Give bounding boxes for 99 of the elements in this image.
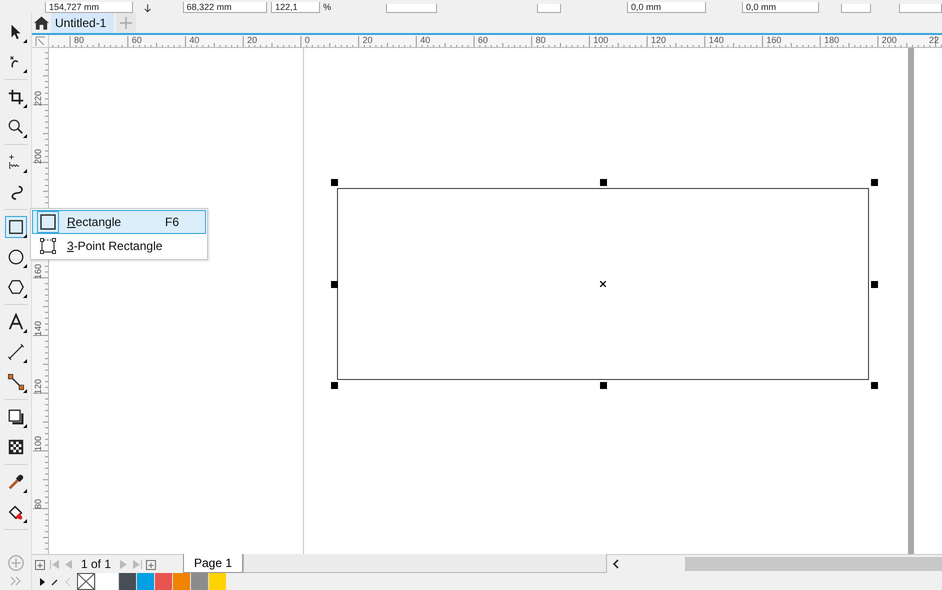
eyedropper-icon [6, 473, 24, 491]
flyout-triangle-icon [22, 234, 26, 238]
add-page-icon[interactable] [146, 558, 158, 570]
ruler-label: 60 [132, 35, 142, 45]
hexagon-icon [6, 278, 24, 296]
ruler-label: 0 [304, 35, 310, 45]
flyout-triangle-icon [22, 134, 26, 138]
eyedropper-icon[interactable] [51, 578, 59, 586]
last-page-icon[interactable] [132, 558, 144, 570]
flyout-triangle-icon [22, 424, 26, 428]
next-page-icon[interactable] [118, 558, 130, 570]
magnifier-icon [6, 118, 24, 136]
property-button[interactable] [840, 4, 871, 13]
ruler-label: 80 [536, 35, 546, 45]
ruler-label: 40 [420, 35, 430, 45]
ruler-label: 200 [882, 35, 897, 45]
flyout-triangle-icon [22, 489, 26, 493]
anchor-icon [143, 3, 153, 13]
add-page-icon[interactable] [35, 558, 46, 570]
rectangle-icon [6, 218, 24, 236]
connector-icon [6, 373, 24, 391]
text-tool-icon [6, 313, 24, 331]
ruler-label: 80 [33, 498, 43, 508]
ruler-origin-icon[interactable] [34, 36, 46, 46]
triangle-right-icon[interactable] [40, 578, 45, 586]
tool-button[interactable] [4, 216, 26, 238]
ruler-label: 40 [189, 35, 200, 45]
property-field[interactable]: 154,727 mm [45, 2, 134, 13]
no-color-swatch-icon[interactable] [77, 573, 95, 590]
three-point-rectangle-icon [40, 238, 56, 254]
flyout-triangle-icon [22, 169, 26, 173]
ruler-label: 80 [74, 35, 84, 45]
selection-handle[interactable] [871, 382, 878, 389]
rectangle-icon [40, 214, 56, 230]
ruler-label: 180 [824, 35, 840, 45]
previous-page-icon[interactable] [63, 558, 74, 570]
flyout-triangle-icon [22, 519, 26, 523]
document-tab[interactable]: Untitled-1 [51, 13, 114, 33]
color-swatch[interactable] [172, 573, 190, 590]
ruler-label: 120 [33, 378, 43, 394]
color-swatch[interactable] [190, 573, 208, 590]
selection-handle[interactable] [600, 179, 607, 186]
unit-label: % [323, 2, 332, 13]
ruler-label: 160 [33, 263, 43, 278]
color-swatch[interactable] [136, 573, 154, 590]
page-counter: 1 of 1 [81, 557, 112, 571]
property-field[interactable]: 0,0 mm [627, 2, 706, 13]
flyout-triangle-icon [22, 69, 26, 73]
property-button[interactable] [898, 4, 942, 13]
ruler-label: 100 [33, 436, 43, 451]
crop-icon [6, 88, 24, 106]
ruler-label: 140 [708, 35, 724, 45]
ellipse-icon [6, 248, 24, 266]
flyout-triangle-icon [22, 389, 26, 393]
ruler-label: 120 [651, 35, 666, 45]
double-chevron-icon[interactable] [10, 576, 22, 586]
color-swatch[interactable] [95, 573, 118, 590]
menu-item[interactable]: Rectangle F6 [32, 210, 206, 234]
scrollbar-thumb[interactable] [685, 557, 942, 571]
ruler-label: 20 [247, 35, 258, 45]
shadow-square-icon [6, 408, 24, 426]
chevron-left-icon[interactable] [612, 559, 620, 569]
add-circle-icon[interactable] [6, 554, 24, 572]
ruler-label: 220 [33, 90, 43, 106]
add-tab-icon[interactable] [120, 17, 132, 29]
page-tab[interactable]: Page 1 [183, 554, 244, 573]
property-field[interactable]: 68,322 mm [182, 2, 268, 13]
checkerboard-icon [6, 438, 24, 456]
paint-bucket-icon [6, 503, 24, 521]
line-icon [6, 343, 24, 361]
property-button[interactable] [386, 4, 437, 13]
ruler-label: 60 [478, 35, 488, 45]
selection-handle[interactable] [331, 281, 338, 288]
selection-handle[interactable] [871, 281, 878, 288]
color-swatch[interactable] [154, 573, 172, 590]
home-icon [34, 16, 49, 30]
flyout-triangle-icon [22, 104, 26, 108]
ruler-label: 140 [33, 320, 43, 336]
property-button[interactable] [536, 4, 562, 13]
color-swatch[interactable] [118, 573, 136, 590]
ruler-label: 20 [362, 35, 373, 45]
flyout-triangle-icon [22, 329, 26, 333]
ruler-label: 200 [33, 148, 43, 164]
selection-handle[interactable] [331, 382, 338, 389]
selection-handle[interactable] [331, 179, 338, 186]
property-field[interactable]: 0,0 mm [742, 2, 819, 13]
color-swatch[interactable] [208, 573, 226, 590]
menu-item[interactable]: 3-Point Rectangle [32, 234, 206, 258]
property-field[interactable]: 122,1 [271, 2, 320, 13]
center-mark-icon [600, 281, 606, 287]
first-page-icon[interactable] [49, 558, 60, 570]
selection-handle[interactable] [871, 179, 878, 186]
ruler-label: 160 [766, 35, 782, 45]
flyout-triangle-icon [22, 39, 26, 43]
flyout-triangle-icon [22, 264, 26, 268]
flyout-triangle-icon [22, 359, 26, 363]
ruler-label: 100 [593, 35, 608, 45]
selection-handle[interactable] [600, 382, 607, 389]
flyout-triangle-icon [22, 294, 26, 298]
